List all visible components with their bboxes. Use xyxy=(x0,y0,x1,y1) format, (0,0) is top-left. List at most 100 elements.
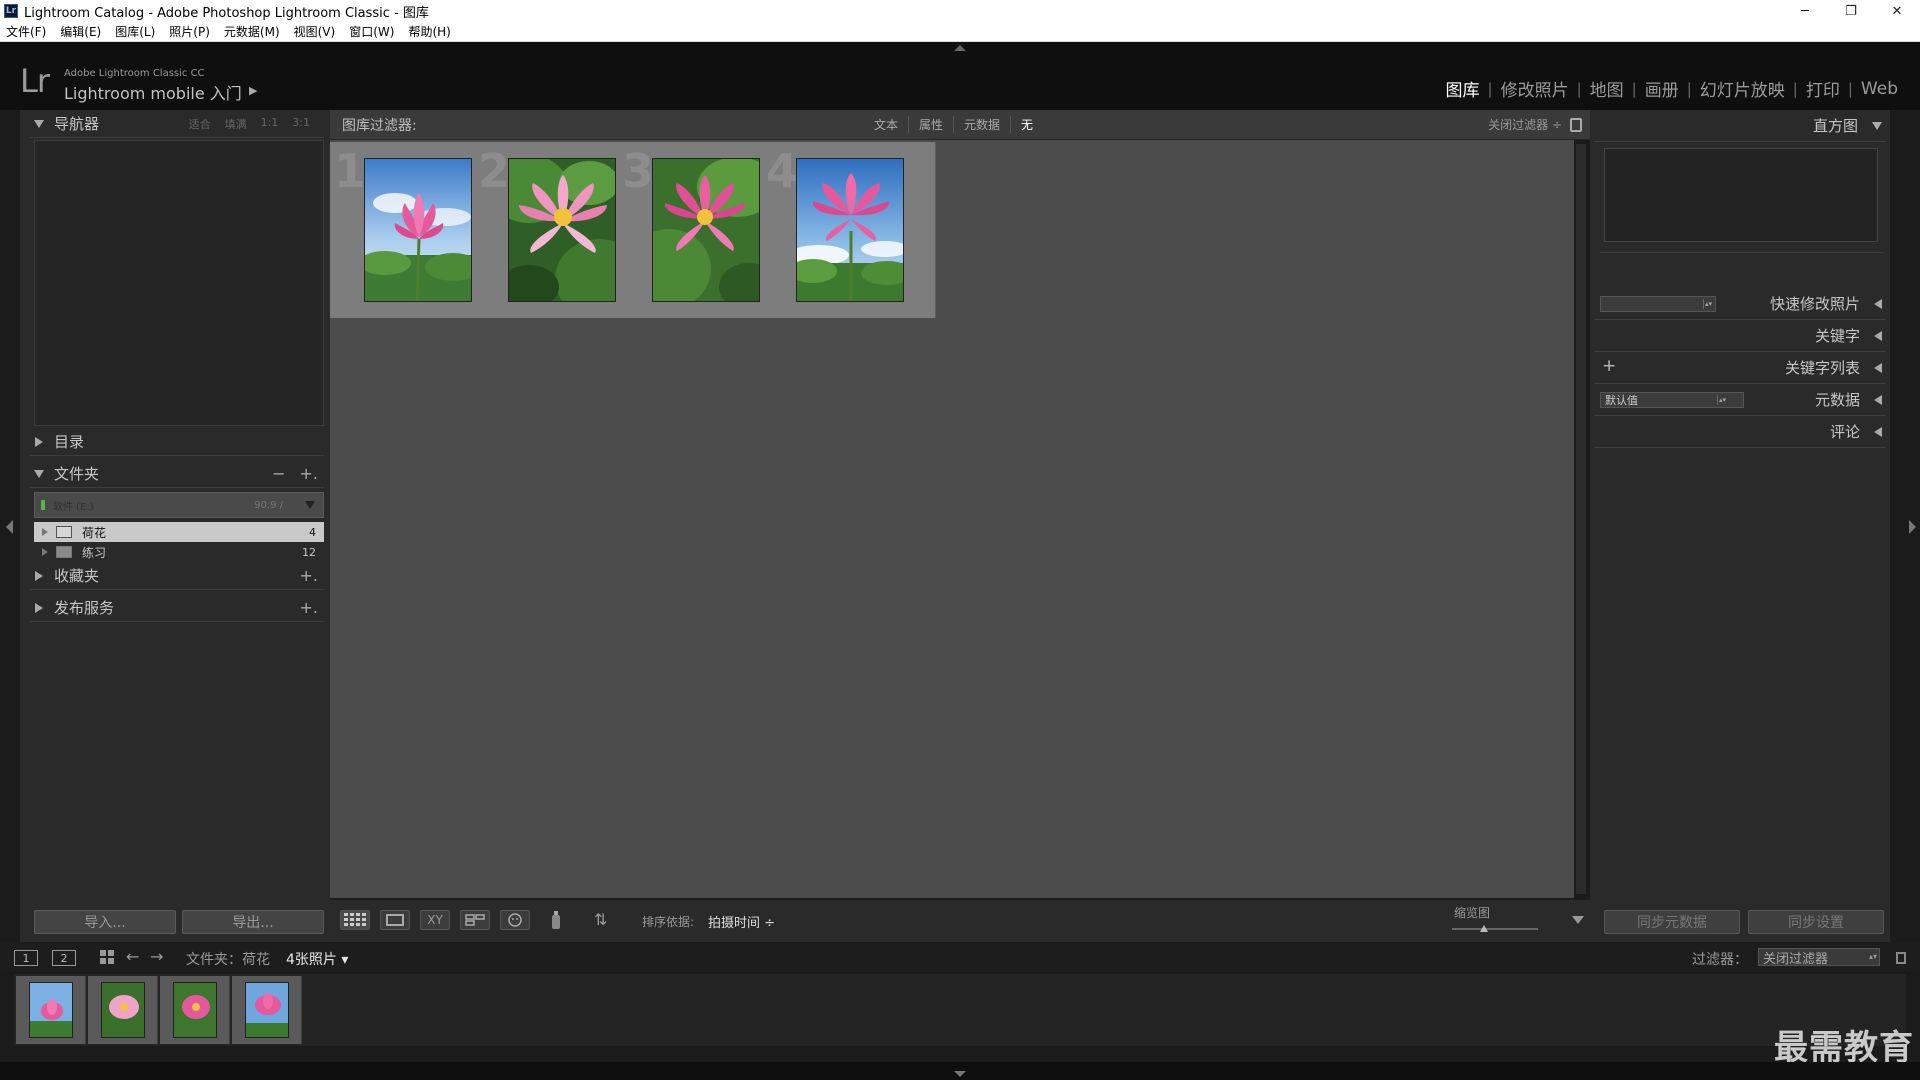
filter-attribute[interactable]: 属性 xyxy=(909,116,955,133)
back-arrow-icon[interactable]: ← xyxy=(126,947,139,966)
saved-preset-dropdown[interactable]: ▴▾ xyxy=(1600,296,1716,312)
grid-icon[interactable] xyxy=(100,950,114,964)
primary-window-button[interactable]: 1 xyxy=(14,950,38,966)
histogram-display xyxy=(1604,148,1878,242)
spray-can-icon[interactable] xyxy=(546,910,566,930)
menu-view[interactable]: 视图(V) xyxy=(294,23,336,40)
module-slideshow[interactable]: 幻灯片放映 xyxy=(1692,76,1793,101)
navigator-preview[interactable] xyxy=(34,140,324,426)
photo-count[interactable]: 4张照片 ▾ xyxy=(286,949,348,969)
keyword-list-header[interactable]: 关键字列表 xyxy=(1594,352,1886,384)
filter-text[interactable]: 文本 xyxy=(864,116,910,133)
thumbnail-size-slider[interactable] xyxy=(1452,925,1538,932)
histogram-header[interactable]: 直方图 xyxy=(1594,110,1886,142)
folder-row-practice[interactable]: 练习 12 xyxy=(34,542,324,562)
remove-folder-button[interactable]: − xyxy=(272,464,285,483)
sync-settings-button[interactable]: 同步设置 xyxy=(1748,910,1884,934)
photo-thumbnail[interactable] xyxy=(796,158,904,302)
compare-view-icon[interactable]: XY xyxy=(420,910,450,930)
keywording-header[interactable]: 关键字 xyxy=(1594,320,1886,352)
catalog-header[interactable]: 目录 xyxy=(30,428,324,456)
filmstrip-thumbnail[interactable] xyxy=(101,982,145,1038)
filmstrip-source-path[interactable]: 文件夹：荷花 xyxy=(186,949,270,969)
export-button[interactable]: 导出... xyxy=(182,910,324,934)
filmstrip-cell[interactable] xyxy=(232,976,302,1044)
module-map[interactable]: 地图 xyxy=(1582,76,1632,101)
zoom-fit[interactable]: 适合 xyxy=(189,116,211,132)
survey-view-icon[interactable] xyxy=(460,910,490,930)
menu-metadata[interactable]: 元数据(M) xyxy=(224,23,280,40)
filter-none[interactable]: 无 xyxy=(1011,116,1043,133)
menu-edit[interactable]: 编辑(E) xyxy=(60,23,101,40)
metadata-preset-dropdown[interactable]: 默认值 ▴▾ xyxy=(1600,392,1744,408)
lock-icon[interactable] xyxy=(1570,118,1582,132)
collapse-left-panel-icon[interactable] xyxy=(6,520,13,534)
filmstrip-cell[interactable] xyxy=(16,976,86,1044)
people-view-icon[interactable] xyxy=(500,910,530,930)
filter-metadata[interactable]: 元数据 xyxy=(954,116,1012,133)
collections-header[interactable]: 收藏夹 +. xyxy=(30,562,324,590)
photo-thumbnail[interactable] xyxy=(364,158,472,302)
minimize-button[interactable]: ─ xyxy=(1782,0,1828,22)
restore-button[interactable]: ❐ xyxy=(1828,0,1874,22)
secondary-window-button[interactable]: 2 xyxy=(52,950,76,966)
zoom-1-1[interactable]: 1:1 xyxy=(261,116,279,132)
collapse-filmstrip-icon[interactable] xyxy=(954,1071,966,1077)
filmstrip-cell[interactable] xyxy=(88,976,158,1044)
photo-thumbnail[interactable] xyxy=(508,158,616,302)
grid-scrollbar[interactable] xyxy=(1576,144,1586,894)
navigator-header[interactable]: 导航器 适合 填满 1:1 3:1 xyxy=(30,110,324,138)
filmstrip-thumbnail[interactable] xyxy=(245,982,289,1038)
zoom-3-1[interactable]: 3:1 xyxy=(292,116,310,132)
grid-cell[interactable]: 4 xyxy=(762,142,936,318)
filmstrip-thumbnail[interactable] xyxy=(29,982,73,1038)
zoom-fill[interactable]: 填满 xyxy=(225,116,247,132)
menu-photo[interactable]: 照片(P) xyxy=(169,23,210,40)
loupe-view-icon[interactable] xyxy=(380,910,410,930)
photo-thumbnail[interactable] xyxy=(652,158,760,302)
app-icon: Lr xyxy=(4,4,18,18)
toolbar-menu-icon[interactable] xyxy=(1572,916,1584,924)
lock-icon[interactable] xyxy=(1896,952,1906,964)
sort-dropdown[interactable]: 拍摄时间 ÷ xyxy=(708,912,775,931)
folder-row-lotus[interactable]: 荷花 4 xyxy=(34,522,324,542)
center-view: 图库过滤器: 文本 属性 元数据 无 关闭过滤器 ÷ 1 2 3 4 XY ⇅ … xyxy=(330,110,1590,942)
module-book[interactable]: 画册 xyxy=(1637,76,1687,101)
close-button[interactable]: ✕ xyxy=(1874,0,1920,22)
add-collection-button[interactable]: +. xyxy=(300,566,319,585)
disclosure-right-icon[interactable] xyxy=(42,548,48,556)
import-button[interactable]: 导入... xyxy=(34,910,176,934)
forward-arrow-icon[interactable]: → xyxy=(150,947,163,966)
filmstrip-cell[interactable] xyxy=(160,976,230,1044)
folders-header[interactable]: 文件夹 − +. xyxy=(30,460,324,488)
slider-knob[interactable] xyxy=(1480,925,1488,932)
volume-menu-icon[interactable] xyxy=(305,501,315,509)
play-icon[interactable]: ▶ xyxy=(249,84,257,97)
module-web[interactable]: Web xyxy=(1853,79,1906,99)
module-print[interactable]: 打印 xyxy=(1798,76,1848,101)
collapse-top-panel-icon[interactable] xyxy=(954,45,966,51)
comments-header[interactable]: 评论 xyxy=(1594,416,1886,448)
menu-library[interactable]: 图库(L) xyxy=(115,23,155,40)
sync-metadata-button[interactable]: 同步元数据 xyxy=(1604,910,1740,934)
add-keyword-button[interactable]: + xyxy=(1602,356,1616,376)
navigator-zoom-options: 适合 填满 1:1 3:1 xyxy=(175,116,310,132)
sort-direction-icon[interactable]: ⇅ xyxy=(594,910,607,929)
volume-row[interactable]: 软件 (E:) 90.9 / xyxy=(34,492,324,518)
module-develop[interactable]: 修改照片 xyxy=(1493,76,1577,101)
filmstrip-thumbnail[interactable] xyxy=(173,982,217,1038)
filmstrip-filter-dropdown[interactable]: 关闭过滤器 ▴▾ xyxy=(1758,948,1880,967)
menu-file[interactable]: 文件(F) xyxy=(6,23,46,40)
add-publish-service-button[interactable]: +. xyxy=(300,598,319,617)
publish-services-header[interactable]: 发布服务 +. xyxy=(30,594,324,622)
menu-window[interactable]: 窗口(W) xyxy=(349,23,394,40)
collapse-right-panel-icon[interactable] xyxy=(1909,520,1916,534)
menu-help[interactable]: 帮助(H) xyxy=(408,23,450,40)
filter-preset-dropdown[interactable]: 关闭过滤器 ÷ xyxy=(1488,116,1562,133)
mobile-getting-started[interactable]: Lightroom mobile 入门 xyxy=(64,80,242,104)
module-library[interactable]: 图库 xyxy=(1438,76,1488,101)
grid-view-icon[interactable] xyxy=(340,910,370,930)
disclosure-right-icon[interactable] xyxy=(42,528,48,536)
window-title: Lightroom Catalog - Adobe Photoshop Ligh… xyxy=(24,5,429,21)
add-folder-button[interactable]: +. xyxy=(300,464,319,483)
